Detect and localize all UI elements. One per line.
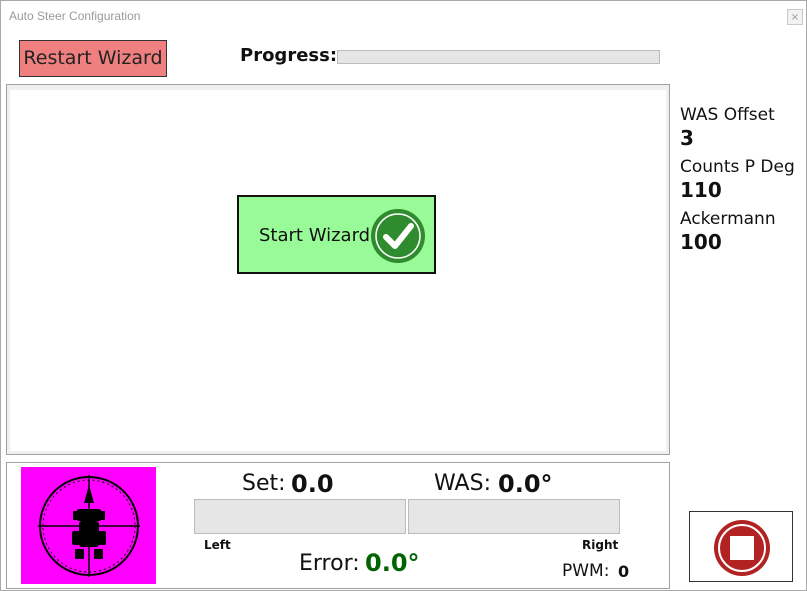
left-label: Left <box>204 538 231 552</box>
counts-per-degree-label: Counts P Deg <box>680 157 795 177</box>
was-value: 0.0° <box>498 470 553 498</box>
start-wizard-button[interactable]: Start Wizard <box>237 195 436 274</box>
stop-button[interactable] <box>689 511 793 582</box>
close-button[interactable]: × <box>787 9 803 25</box>
window-title: Auto Steer Configuration <box>9 9 141 23</box>
ackermann-value: 100 <box>680 230 722 254</box>
set-label: Set: <box>242 471 286 496</box>
stop-icon <box>714 520 770 576</box>
pwm-label: PWM: <box>562 561 610 581</box>
was-label: WAS: <box>434 471 491 496</box>
steer-left-bar <box>194 499 406 534</box>
calibration-stats: WAS Offset 3 Counts P Deg 110 Ackermann … <box>680 105 795 261</box>
checkmark-circle-icon <box>371 209 425 263</box>
config-window: Auto Steer Configuration × Restart Wizar… <box>0 0 807 591</box>
was-offset-label: WAS Offset <box>680 105 775 125</box>
right-label: Right <box>582 538 619 552</box>
pwm-value: 0 <box>618 562 630 581</box>
title-bar: Auto Steer Configuration × <box>1 1 806 31</box>
tractor-compass-icon[interactable] <box>21 467 156 584</box>
close-icon: × <box>790 12 800 23</box>
progress-label: Progress: <box>240 45 338 66</box>
steer-right-bar <box>408 499 620 534</box>
progress-bar <box>337 50 660 64</box>
set-value: 0.0 <box>291 470 334 498</box>
restart-wizard-button[interactable]: Restart Wizard <box>19 40 167 77</box>
start-wizard-label: Start Wizard <box>259 225 371 246</box>
error-value: 0.0° <box>365 549 420 577</box>
was-offset-value: 3 <box>680 126 694 150</box>
error-label: Error: <box>299 551 360 576</box>
counts-per-degree-value: 110 <box>680 178 722 202</box>
tractor-compass-graphic <box>38 475 140 577</box>
ackermann-label: Ackermann <box>680 209 776 229</box>
